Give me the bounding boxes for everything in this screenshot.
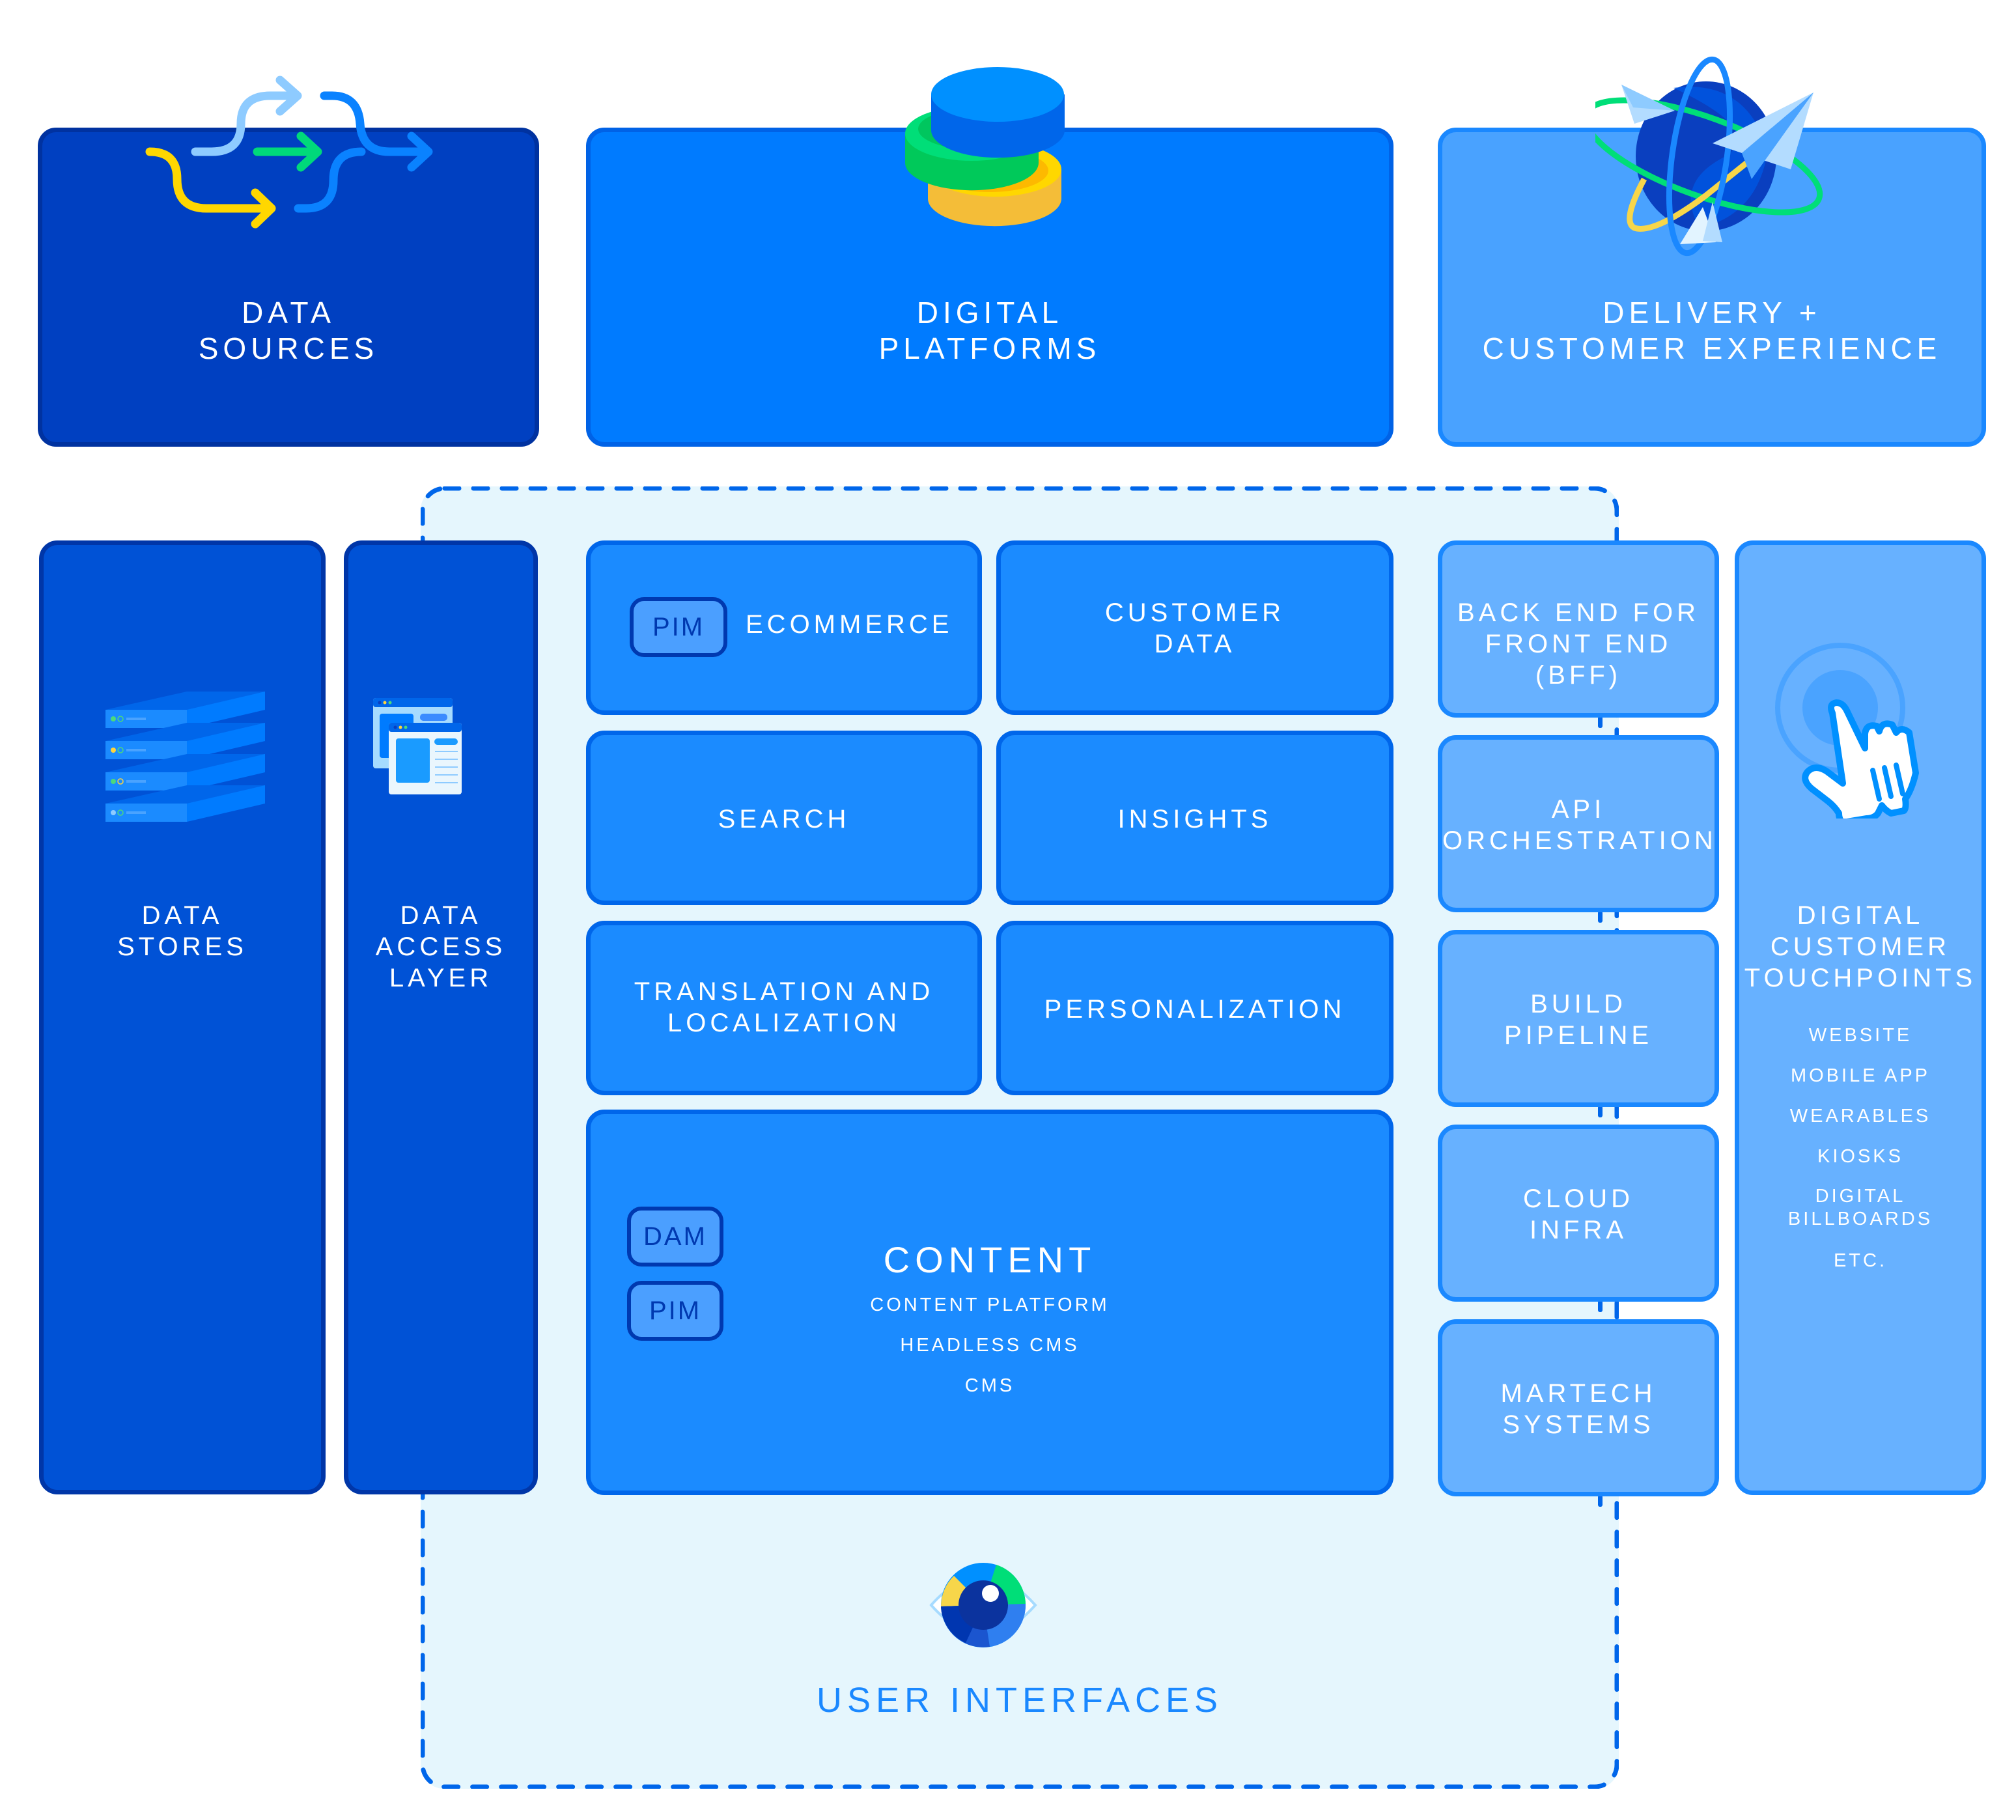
personalization-title: PERSONALIZATION	[1044, 995, 1346, 1024]
user-interfaces-title: USER INTERFACES	[816, 1681, 1224, 1720]
customer-data-card[interactable]: CUSTOMER DATA	[996, 540, 1393, 715]
cloud-infra-card[interactable]: CLOUD INFRA	[1438, 1125, 1719, 1302]
digital-platforms-title: DIGITAL PLATFORMS	[878, 296, 1101, 366]
customer-data-title: CUSTOMER DATA	[1104, 598, 1285, 658]
martech-card[interactable]: MARTECH SYSTEMS	[1438, 1319, 1719, 1496]
translation-card[interactable]: TRANSLATION AND LOCALIZATION	[586, 921, 982, 1095]
bff-title: BACK END FOR FRONT END (BFF)	[1457, 598, 1700, 690]
touchpoint-item: WEARABLES	[1789, 1106, 1931, 1127]
content-item: HEADLESS CMS	[900, 1335, 1080, 1356]
insights-card[interactable]: INSIGHTS	[996, 731, 1393, 905]
api-orchestration-title: API ORCHESTRATION	[1442, 795, 1717, 855]
content-title: CONTENT	[883, 1239, 1097, 1280]
pointing-hand-tap-icon	[1775, 643, 1919, 819]
touchpoint-item: KIOSKS	[1817, 1146, 1903, 1167]
data-stores-title: DATA STORES	[117, 901, 247, 961]
data-access-layer-column[interactable]: DATA ACCESS LAYER	[344, 540, 538, 1494]
globe-paper-planes-icon	[1595, 56, 1823, 257]
insights-title: INSIGHTS	[1117, 805, 1272, 833]
api-orchestration-card[interactable]: API ORCHESTRATION	[1438, 735, 1719, 912]
touchpoints-column[interactable]: DIGITAL CUSTOMER TOUCHPOINTS WEBSITE MOB…	[1735, 540, 1986, 1495]
eye-icon	[929, 1563, 1037, 1647]
touchpoint-item: DIGITAL BILLBOARDS	[1787, 1186, 1933, 1229]
build-pipeline-title: BUILD PIPELINE	[1504, 990, 1653, 1050]
content-card[interactable]: DAM PIM CONTENT CONTENT PLATFORM HEADLES…	[586, 1110, 1393, 1495]
server-stack-icon	[105, 692, 265, 822]
stacked-discs-icon	[905, 67, 1065, 227]
stack-connector	[1598, 911, 1603, 923]
touchpoint-item: MOBILE APP	[1790, 1065, 1931, 1086]
stack-connector	[1598, 716, 1603, 728]
ecommerce-title: ECOMMERCE	[746, 610, 953, 639]
bff-card[interactable]: BACK END FOR FRONT END (BFF)	[1438, 540, 1719, 718]
touchpoints-title: DIGITAL CUSTOMER TOUCHPOINTS	[1744, 901, 1977, 992]
stack-connector	[1598, 1106, 1603, 1117]
personalization-card[interactable]: PERSONALIZATION	[996, 921, 1393, 1095]
stack-connector	[1598, 1495, 1603, 1507]
content-item: CMS	[964, 1375, 1015, 1396]
content-item: CONTENT PLATFORM	[870, 1295, 1110, 1315]
ecommerce-card[interactable]: PIM ECOMMERCE	[586, 540, 982, 715]
browser-windows-icon	[373, 698, 462, 794]
delivery-cx-title: DELIVERY + CUSTOMER EXPERIENCE	[1482, 296, 1942, 366]
data-sources-title: DATA SOURCES	[198, 296, 379, 366]
data-stores-column[interactable]: DATA STORES	[39, 540, 326, 1494]
pim-tag: PIM	[630, 597, 727, 657]
touchpoint-item: WEBSITE	[1808, 1025, 1912, 1046]
flow-arrows-icon	[145, 76, 433, 229]
search-card[interactable]: SEARCH	[586, 731, 982, 905]
build-pipeline-card[interactable]: BUILD PIPELINE	[1438, 930, 1719, 1107]
cloud-infra-title: CLOUD INFRA	[1522, 1184, 1634, 1244]
martech-title: MARTECH SYSTEMS	[1500, 1379, 1657, 1439]
search-title: SEARCH	[718, 805, 850, 833]
data-access-layer-title: DATA ACCESS LAYER	[375, 901, 507, 992]
stack-connector	[1598, 1300, 1603, 1312]
touchpoint-item: ETC.	[1833, 1250, 1888, 1271]
translation-title: TRANSLATION AND LOCALIZATION	[634, 977, 934, 1037]
